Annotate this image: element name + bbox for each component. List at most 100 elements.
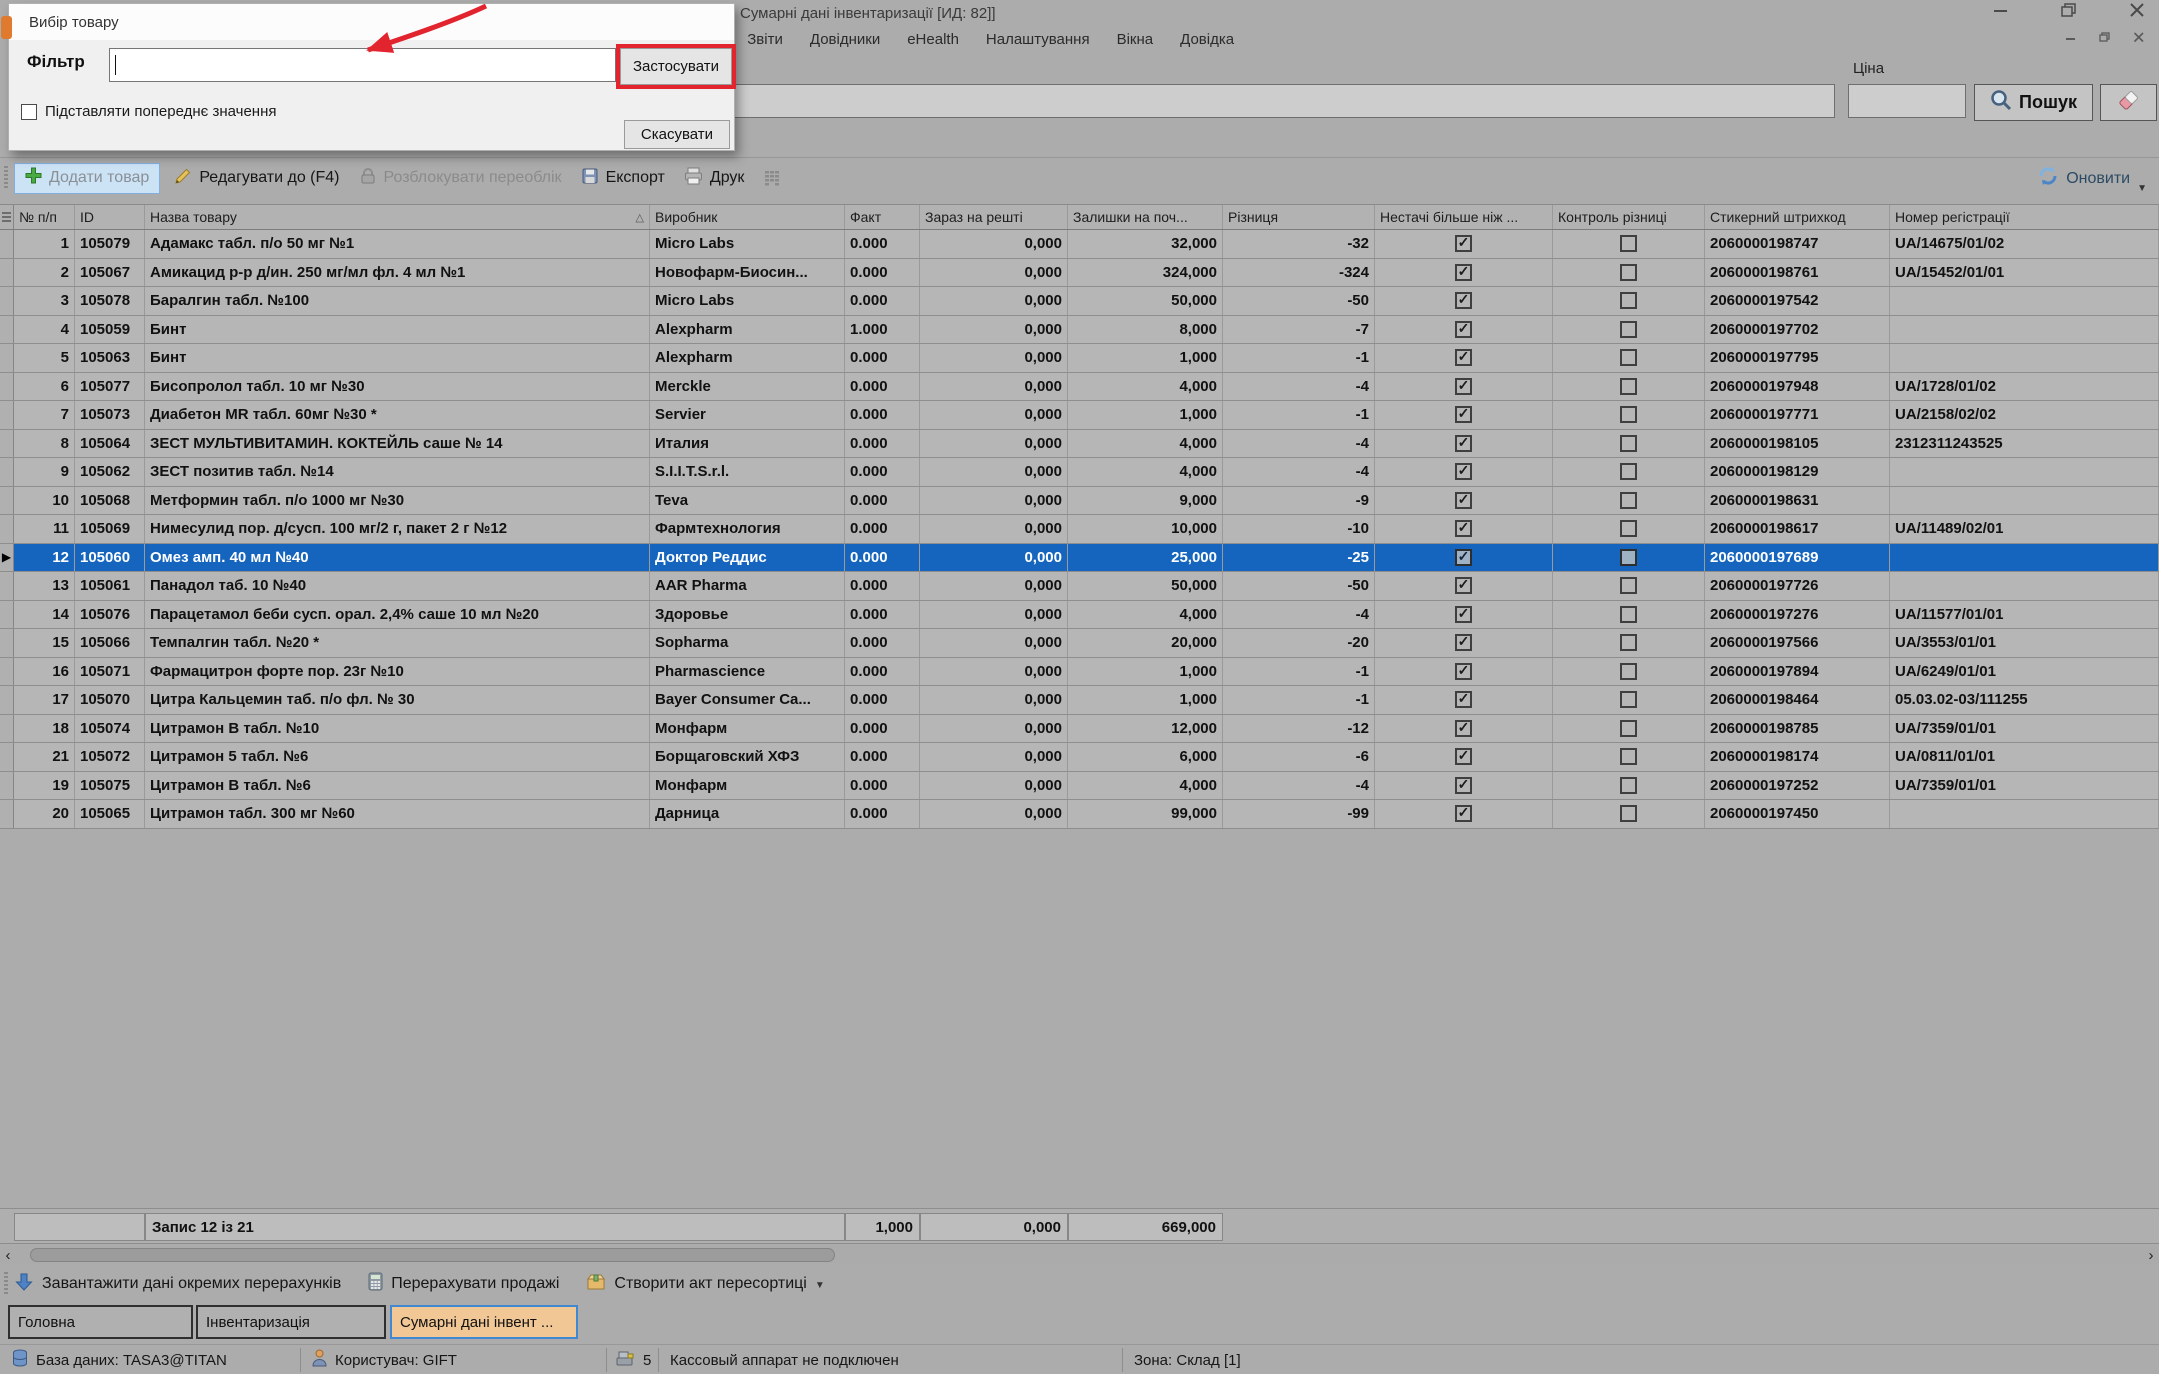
substitute-checkbox[interactable] xyxy=(21,104,37,120)
recalc-sales-button[interactable]: Перерахувати продажі xyxy=(368,1272,559,1296)
shortage-checkbox[interactable] xyxy=(1455,264,1472,281)
horizontal-scrollbar[interactable]: ‹ › xyxy=(0,1246,2159,1264)
shortage-checkbox[interactable] xyxy=(1455,549,1472,566)
shortage-checkbox[interactable] xyxy=(1455,463,1472,480)
shortage-checkbox[interactable] xyxy=(1455,577,1472,594)
substitute-checkbox-row[interactable]: Підставляти попереднє значення xyxy=(21,103,277,120)
shortage-checkbox[interactable] xyxy=(1455,492,1472,509)
restore-icon[interactable] xyxy=(2061,3,2077,17)
tab-main[interactable]: Головна xyxy=(8,1305,193,1339)
column-header[interactable]: Контроль різниці xyxy=(1553,205,1705,229)
scrollbar-thumb[interactable] xyxy=(30,1248,835,1262)
close-icon[interactable] xyxy=(2129,3,2145,17)
menu-item[interactable]: Налаштування xyxy=(986,31,1090,48)
control-checkbox[interactable] xyxy=(1620,691,1637,708)
control-checkbox[interactable] xyxy=(1620,235,1637,252)
toolbar-grip[interactable] xyxy=(4,166,8,190)
shortage-checkbox[interactable] xyxy=(1455,435,1472,452)
minimize-icon[interactable] xyxy=(1993,3,2009,17)
control-checkbox[interactable] xyxy=(1620,292,1637,309)
shortage-checkbox[interactable] xyxy=(1455,720,1472,737)
control-checkbox[interactable] xyxy=(1620,378,1637,395)
control-checkbox[interactable] xyxy=(1620,777,1637,794)
control-checkbox[interactable] xyxy=(1620,349,1637,366)
control-checkbox[interactable] xyxy=(1620,549,1637,566)
control-checkbox[interactable] xyxy=(1620,321,1637,338)
refresh-button[interactable]: Оновити ▼ xyxy=(2037,158,2147,199)
table-row[interactable]: 2105067Амикацид р-р д/ин. 250 мг/мл фл. … xyxy=(0,259,2159,288)
shortage-checkbox[interactable] xyxy=(1455,292,1472,309)
edit-button[interactable]: Редагувати до (F4) xyxy=(174,167,339,190)
column-header[interactable]: Номер регістрації xyxy=(1890,205,2159,229)
table-row[interactable]: 3105078Баралгин табл. №100Micro Labs0.00… xyxy=(0,287,2159,316)
table-row[interactable]: 20105065Цитрамон табл. 300 мг №60Дарница… xyxy=(0,800,2159,829)
table-row[interactable]: 13105061Панадол таб. 10 №40AAR Pharma0.0… xyxy=(0,572,2159,601)
add-product-button[interactable]: Додати товар xyxy=(14,163,160,194)
table-row[interactable]: 14105076Парацетамол беби сусп. орал. 2,4… xyxy=(0,601,2159,630)
price-input[interactable] xyxy=(1848,84,1966,118)
mdi-restore-icon[interactable] xyxy=(2099,30,2111,48)
column-header[interactable]: Нестачі більше ніж ... xyxy=(1375,205,1553,229)
column-header[interactable]: Назва товару△ xyxy=(145,205,650,229)
scroll-right-icon[interactable]: › xyxy=(2143,1246,2159,1264)
shortage-checkbox[interactable] xyxy=(1455,634,1472,651)
control-checkbox[interactable] xyxy=(1620,805,1637,822)
unlock-recount-button[interactable]: Розблокувати переоблік xyxy=(359,167,562,190)
menu-item[interactable]: Довідка xyxy=(1180,31,1234,48)
shortage-checkbox[interactable] xyxy=(1455,805,1472,822)
menu-item[interactable]: Довідники xyxy=(810,31,880,48)
control-checkbox[interactable] xyxy=(1620,606,1637,623)
shortage-checkbox[interactable] xyxy=(1455,748,1472,765)
cancel-button[interactable]: Скасувати xyxy=(624,120,730,149)
table-row[interactable]: 10105068Метформин табл. п/о 1000 мг №30T… xyxy=(0,487,2159,516)
menu-item[interactable]: eHealth xyxy=(907,31,959,48)
control-checkbox[interactable] xyxy=(1620,663,1637,680)
table-row[interactable]: 8105064ЗЕСТ МУЛЬТИВИТАМИН. КОКТЕЙЛЬ саше… xyxy=(0,430,2159,459)
control-checkbox[interactable] xyxy=(1620,463,1637,480)
table-row[interactable]: ▶12105060Омез амп. 40 мл №40Доктор Редди… xyxy=(0,544,2159,573)
shortage-checkbox[interactable] xyxy=(1455,406,1472,423)
table-row[interactable]: 17105070Цитра Кальцемин таб. п/о фл. № 3… xyxy=(0,686,2159,715)
table-row[interactable]: 21105072Цитрамон 5 табл. №6Борщаговский … xyxy=(0,743,2159,772)
table-row[interactable]: 18105074Цитрамон В табл. №10Монфарм0.000… xyxy=(0,715,2159,744)
export-button[interactable]: Експорт xyxy=(581,167,665,190)
table-row[interactable]: 5105063БинтAlexpharm0.0000,0001,000-1206… xyxy=(0,344,2159,373)
load-recounts-button[interactable]: Завантажити дані окремих перерахунків xyxy=(14,1272,341,1297)
mdi-minimize-icon[interactable] xyxy=(2065,30,2077,48)
control-checkbox[interactable] xyxy=(1620,492,1637,509)
shortage-checkbox[interactable] xyxy=(1455,349,1472,366)
tab-summary-data[interactable]: Сумарні дані інвент ... xyxy=(390,1305,578,1339)
column-header[interactable]: Виробник xyxy=(650,205,845,229)
clear-search-button[interactable] xyxy=(2100,84,2157,121)
table-row[interactable]: 16105071Фармацитрон форте пор. 23г №10Ph… xyxy=(0,658,2159,687)
column-header[interactable]: Різниця xyxy=(1223,205,1375,229)
column-header[interactable]: Факт xyxy=(845,205,920,229)
control-checkbox[interactable] xyxy=(1620,748,1637,765)
search-input[interactable] xyxy=(545,84,1835,118)
control-checkbox[interactable] xyxy=(1620,520,1637,537)
control-checkbox[interactable] xyxy=(1620,577,1637,594)
menu-item[interactable]: Вікна xyxy=(1117,31,1154,48)
apply-button[interactable]: Застосувати xyxy=(620,48,732,85)
control-checkbox[interactable] xyxy=(1620,264,1637,281)
shortage-checkbox[interactable] xyxy=(1455,691,1472,708)
column-header[interactable]: Залишки на поч... xyxy=(1068,205,1223,229)
control-checkbox[interactable] xyxy=(1620,406,1637,423)
tab-inventory[interactable]: Інвентаризація xyxy=(196,1305,386,1339)
column-header[interactable]: Зараз на решті xyxy=(920,205,1068,229)
column-header[interactable]: ID xyxy=(75,205,145,229)
shortage-checkbox[interactable] xyxy=(1455,378,1472,395)
table-row[interactable]: 11105069Нимесулид пор. д/сусп. 100 мг/2 … xyxy=(0,515,2159,544)
control-checkbox[interactable] xyxy=(1620,634,1637,651)
table-row[interactable]: 15105066Темпалгин табл. №20 *Sopharma0.0… xyxy=(0,629,2159,658)
shortage-checkbox[interactable] xyxy=(1455,606,1472,623)
column-header[interactable]: Стикерний штрихкод xyxy=(1705,205,1890,229)
search-button[interactable]: Пошук xyxy=(1974,84,2093,121)
scroll-left-icon[interactable]: ‹ xyxy=(0,1246,16,1264)
table-row[interactable]: 4105059БинтAlexpharm1.0000,0008,000-7206… xyxy=(0,316,2159,345)
shortage-checkbox[interactable] xyxy=(1455,235,1472,252)
shortage-checkbox[interactable] xyxy=(1455,520,1472,537)
table-row[interactable]: 9105062ЗЕСТ позитив табл. №14S.I.I.T.S.r… xyxy=(0,458,2159,487)
print-button[interactable]: Друк xyxy=(684,167,745,190)
column-header[interactable]: № п/п xyxy=(14,205,75,229)
